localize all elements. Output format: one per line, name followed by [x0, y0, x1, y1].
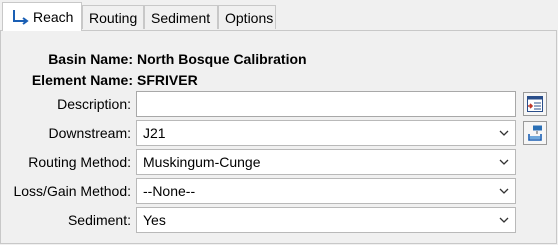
- tab-options-label: Options: [225, 10, 274, 26]
- routing-method-value: Muskingum-Cunge: [143, 154, 261, 170]
- element-name-value: SFRIVER: [137, 72, 198, 88]
- loss-gain-method-value: --None--: [143, 183, 196, 199]
- chevron-down-icon: [499, 130, 509, 136]
- downstream-value: J21: [143, 125, 166, 141]
- tab-routing[interactable]: Routing: [82, 5, 144, 29]
- routing-method-label: Routing Method:: [28, 154, 131, 170]
- description-field[interactable]: [136, 91, 516, 117]
- tab-sediment[interactable]: Sediment: [144, 5, 218, 29]
- tab-reach-label: Reach: [33, 9, 74, 25]
- routing-method-select[interactable]: Muskingum-Cunge: [136, 149, 516, 175]
- sediment-select[interactable]: Yes: [136, 207, 516, 233]
- tab-bar: Reach Routing Sediment Options: [0, 0, 558, 31]
- description-edit-button[interactable]: [523, 92, 547, 116]
- basin-name-label: Basin Name:: [48, 51, 133, 67]
- tab-options[interactable]: Options: [218, 5, 276, 29]
- element-name-label: Element Name:: [31, 72, 133, 88]
- chevron-down-icon: [499, 188, 509, 194]
- downstream-label: Downstream:: [48, 125, 131, 141]
- sediment-label: Sediment:: [67, 212, 131, 228]
- basin-name-value: North Bosque Calibration: [137, 51, 307, 67]
- chevron-down-icon: [499, 217, 509, 223]
- loss-gain-method-label: Loss/Gain Method:: [13, 183, 131, 199]
- reach-icon: [11, 6, 29, 25]
- sediment-value: Yes: [143, 212, 166, 228]
- tab-routing-label: Routing: [89, 10, 138, 26]
- tab-reach[interactable]: Reach: [2, 2, 82, 31]
- edit-description-icon: [527, 96, 543, 112]
- downstream-select-button[interactable]: [523, 121, 547, 145]
- select-element-icon: [528, 125, 542, 141]
- loss-gain-method-select[interactable]: --None--: [136, 178, 516, 204]
- tab-sediment-label: Sediment: [151, 10, 211, 26]
- chevron-down-icon: [499, 159, 509, 165]
- downstream-select[interactable]: J21: [136, 120, 516, 146]
- description-label: Description:: [57, 96, 131, 112]
